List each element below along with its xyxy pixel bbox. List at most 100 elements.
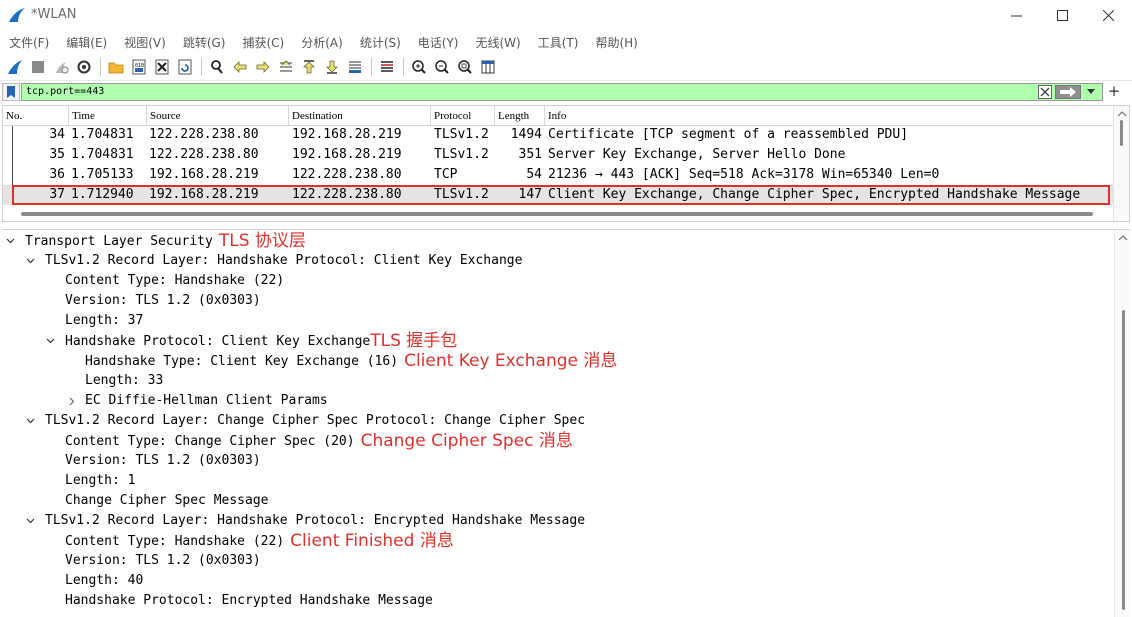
packet-row[interactable]: 34 1.704831 122.228.238.80 192.168.28.21… — [3, 125, 1113, 145]
detail-node-text: Length: 1 — [65, 473, 136, 488]
menu-edit[interactable]: 编辑(E) — [66, 34, 107, 51]
packet-list-scroll-thumb[interactable] — [1120, 120, 1123, 146]
close-file-icon — [155, 59, 169, 75]
detail-tree-leaf[interactable]: Content Type: Change Cipher Spec (20) Cha… — [65, 431, 573, 451]
detail-node-text: Transport Layer Security — [25, 234, 213, 249]
expand-arrow-icon[interactable] — [4, 231, 16, 251]
detail-tree-node[interactable]: TLSv1.2 Record Layer: Change Cipher Spec… — [45, 411, 585, 431]
stop-capture-button[interactable] — [27, 56, 49, 78]
auto-scroll-icon — [349, 61, 361, 73]
menu-view[interactable]: 视图(V) — [124, 34, 166, 51]
menu-go[interactable]: 跳转(G) — [183, 34, 226, 51]
menu-tools[interactable]: 工具(T) — [538, 34, 579, 51]
detail-tree-leaf[interactable]: Length: 1 — [65, 471, 135, 491]
detail-tree-node[interactable]: Handshake Protocol: Client Key ExchangeT… — [65, 331, 457, 351]
zoom-in-icon — [412, 60, 426, 74]
detail-tree-leaf[interactable]: Version: TLS 1.2 (0x0303) — [65, 551, 261, 571]
menu-capture[interactable]: 捕获(C) — [242, 34, 284, 51]
detail-tree-leaf[interactable]: Content Type: Handshake (22) Client Finis… — [65, 531, 454, 551]
detail-tree-leaf[interactable]: Version: TLS 1.2 (0x0303) — [65, 291, 261, 311]
resize-columns-button[interactable] — [477, 56, 499, 78]
detail-node-text: EC Diffie-Hellman Client Params — [85, 393, 328, 408]
column-header-protocol[interactable]: Protocol — [431, 106, 495, 126]
go-last-button[interactable] — [321, 56, 343, 78]
display-filter-input[interactable]: tcp.port==443 — [21, 83, 1103, 101]
packet-time: 1.704831 — [71, 127, 134, 142]
expand-arrow-icon[interactable] — [44, 331, 56, 351]
detail-tree-node[interactable]: EC Diffie-Hellman Client Params — [85, 391, 328, 411]
detail-tree-leaf[interactable]: Change Cipher Spec Message — [65, 491, 269, 511]
column-header-time[interactable]: Time — [69, 106, 147, 126]
column-header-no[interactable]: No. — [3, 106, 69, 126]
annotation-label: TLS 握手包 — [370, 331, 458, 351]
detail-tree-node[interactable]: TLSv1.2 Record Layer: Handshake Protocol… — [45, 511, 585, 531]
find-packet-button[interactable] — [206, 56, 228, 78]
scroll-up-arrow-icon — [1117, 111, 1127, 117]
collapsed-arrow-icon[interactable] — [66, 391, 78, 411]
go-last-icon — [326, 60, 338, 74]
filter-clear-button[interactable] — [1038, 85, 1052, 99]
filter-apply-button[interactable] — [1055, 85, 1081, 99]
detail-tree-leaf[interactable]: Content Type: Handshake (22) — [65, 271, 284, 291]
detail-tree-leaf[interactable]: Length: 37 — [65, 311, 143, 331]
go-forward-button[interactable] — [252, 56, 274, 78]
column-header-length[interactable]: Length — [495, 106, 545, 126]
menu-analyze[interactable]: 分析(A) — [301, 34, 343, 51]
menu-telephony[interactable]: 电话(Y) — [418, 34, 459, 51]
detail-tree-leaf[interactable]: Version: TLS 1.2 (0x0303) — [65, 451, 261, 471]
packet-list-horizontal-scrollbar[interactable] — [21, 212, 1093, 216]
column-header-info[interactable]: Info — [545, 106, 1113, 126]
open-file-button[interactable] — [105, 56, 127, 78]
colorize-button[interactable] — [376, 56, 398, 78]
reload-file-button[interactable] — [174, 56, 196, 78]
go-to-packet-button[interactable] — [275, 56, 297, 78]
restart-capture-button[interactable] — [50, 56, 72, 78]
packet-list-vertical-scrollbar[interactable] — [1113, 106, 1129, 221]
go-forward-arrow-icon — [256, 61, 270, 73]
menu-wireless[interactable]: 无线(W) — [476, 34, 521, 51]
close-button[interactable] — [1085, 0, 1131, 31]
detail-tree-leaf[interactable]: Length: 33 — [85, 371, 163, 391]
maximize-button[interactable] — [1039, 0, 1085, 31]
go-back-button[interactable] — [229, 56, 251, 78]
zoom-out-button[interactable] — [431, 56, 453, 78]
go-first-button[interactable] — [298, 56, 320, 78]
column-header-source[interactable]: Source — [147, 106, 289, 126]
zoom-in-button[interactable] — [408, 56, 430, 78]
filter-bookmark-button[interactable] — [2, 83, 20, 101]
detail-tree-leaf[interactable]: Handshake Protocol: Encrypted Handshake … — [65, 591, 433, 611]
annotation-label: Change Cipher Spec 消息 — [360, 431, 573, 451]
detail-tree-leaf[interactable]: Handshake Type: Client Key Exchange (16)… — [85, 351, 617, 371]
clear-x-icon — [1040, 87, 1050, 97]
minimize-button[interactable] — [993, 0, 1039, 31]
detail-tree-node[interactable]: Transport Layer Security TLS 协议层 — [25, 231, 306, 251]
menu-statistics[interactable]: 统计(S) — [360, 34, 401, 51]
save-file-button[interactable]: 010 — [128, 56, 150, 78]
menu-file[interactable]: 文件(F) — [9, 34, 49, 51]
details-scroll-thumb[interactable] — [1122, 310, 1125, 610]
svg-text:010: 010 — [135, 63, 144, 69]
expand-arrow-icon[interactable] — [24, 411, 36, 431]
detail-tree-leaf[interactable]: Length: 40 — [65, 571, 143, 591]
expand-arrow-icon[interactable] — [24, 251, 36, 271]
close-file-button[interactable] — [151, 56, 173, 78]
packet-list-pane: No. Time Source Destination Protocol Len… — [2, 105, 1130, 222]
column-header-destination[interactable]: Destination — [289, 106, 431, 126]
add-filter-button-plus-icon[interactable]: + — [1106, 83, 1122, 101]
start-capture-button[interactable] — [4, 56, 26, 78]
packet-row-selected[interactable]: 37 1.712940 192.168.28.219 122.228.238.8… — [3, 185, 1113, 205]
auto-scroll-button[interactable] — [344, 56, 366, 78]
annotation-label: TLS 协议层 — [218, 231, 306, 251]
find-magnifier-icon — [211, 60, 223, 74]
details-vertical-scrollbar[interactable] — [1114, 230, 1130, 617]
title-bar: *WLAN — [0, 0, 1132, 31]
zoom-normal-button[interactable] — [454, 56, 476, 78]
detail-tree-node[interactable]: TLSv1.2 Record Layer: Handshake Protocol… — [45, 251, 522, 271]
menu-help[interactable]: 帮助(H) — [595, 34, 637, 51]
packet-row[interactable]: 36 1.705133 192.168.28.219 122.228.238.8… — [3, 165, 1113, 185]
filter-history-dropdown[interactable] — [1084, 85, 1098, 99]
expand-arrow-icon[interactable] — [24, 511, 36, 531]
packet-length: 147 — [518, 187, 542, 202]
capture-options-button[interactable] — [73, 56, 95, 78]
packet-row[interactable]: 35 1.704831 122.228.238.80 192.168.28.21… — [3, 145, 1113, 165]
